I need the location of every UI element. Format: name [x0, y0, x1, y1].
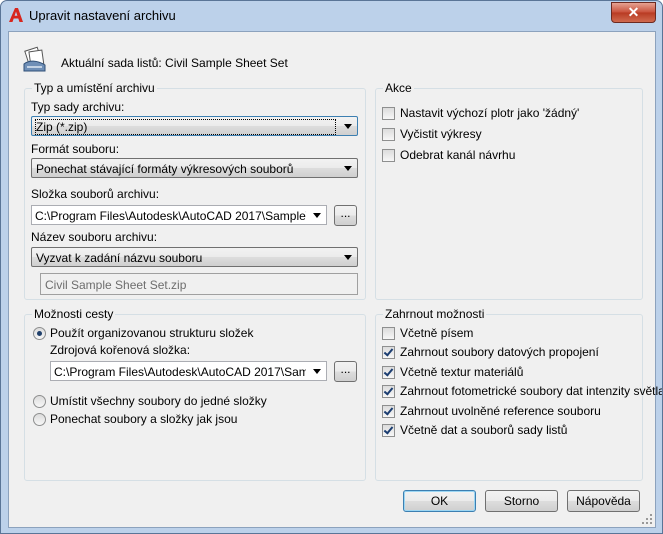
chevron-down-icon — [344, 124, 352, 129]
checkbox-box[interactable] — [382, 149, 395, 162]
include-group-legend: Zahrnout možnosti — [383, 307, 487, 321]
actions-group: Akce Nastavit výchozí plotr jako 'žádný'… — [375, 81, 643, 300]
archive-type-location-group: Typ a umístění archivu Typ sady archivu:… — [24, 81, 366, 300]
archive-filename-field: Civil Sample Sheet Set.zip — [40, 273, 358, 295]
file-format-dropdown[interactable]: Ponechat stávající formáty výkresových s… — [31, 158, 358, 178]
archive-type-label: Typ sady archivu: — [31, 100, 125, 114]
archive-filename-label: Název souboru archivu: — [31, 230, 158, 244]
checkbox-box[interactable] — [382, 327, 395, 340]
resize-grip-icon[interactable] — [641, 513, 653, 525]
source-root-browse-button[interactable]: ... — [334, 361, 357, 382]
actions-group-legend: Akce — [383, 81, 414, 95]
checkbox-box[interactable] — [382, 128, 395, 141]
chevron-down-icon — [344, 166, 352, 171]
source-root-folder-combobox[interactable]: C:\Program Files\Autodesk\AutoCAD 2017\S… — [50, 361, 327, 381]
checkbox-box[interactable] — [382, 385, 395, 398]
archive-folder-browse-button[interactable]: ... — [334, 205, 357, 226]
chevron-down-icon — [313, 213, 321, 218]
path-options-group: Možnosti cesty Použít organizovanou stru… — [24, 307, 366, 481]
path-group-legend: Možnosti cesty — [32, 307, 116, 321]
chevron-down-icon — [313, 369, 321, 374]
close-button[interactable]: ✕ — [611, 2, 656, 23]
current-sheet-set-label: Aktuální sada listů: Civil Sample Sheet … — [61, 56, 288, 70]
archive-group-legend: Typ a umístění archivu — [32, 81, 157, 95]
ok-button[interactable]: OK — [403, 490, 476, 512]
checkbox-box[interactable] — [382, 107, 395, 120]
cancel-button[interactable]: Storno — [485, 490, 558, 512]
sheet-set-archive-icon — [23, 46, 46, 72]
help-button[interactable]: Nápověda — [567, 490, 640, 512]
chevron-down-icon — [344, 255, 352, 260]
checkbox-box[interactable] — [382, 405, 395, 418]
file-format-label: Formát souboru: — [31, 142, 120, 156]
autocad-a-icon — [9, 8, 23, 22]
close-icon: ✕ — [627, 4, 640, 20]
window-title: Upravit nastavení archivu — [29, 8, 176, 23]
checkbox-box[interactable] — [382, 346, 395, 359]
archive-type-dropdown[interactable]: Zip (*.zip) — [31, 116, 358, 136]
archive-folder-label: Složka souborů archivu: — [31, 187, 160, 201]
archive-filename-dropdown[interactable]: Vyzvat k zadání názvu souboru — [31, 247, 358, 267]
title-bar[interactable]: Upravit nastavení archivu ✕ — [1, 1, 662, 31]
checkbox-box[interactable] — [382, 424, 395, 437]
dialog-client: Aktuální sada listů: Civil Sample Sheet … — [8, 31, 662, 528]
radio-dot[interactable] — [33, 395, 46, 408]
include-options-group: Zahrnout možnosti Včetně písem Zahrnout … — [375, 307, 662, 481]
archive-folder-combobox[interactable]: C:\Program Files\Autodesk\AutoCAD 2017\S… — [31, 205, 327, 225]
radio-dot[interactable] — [33, 327, 46, 340]
radio-dot[interactable] — [33, 413, 46, 426]
source-root-folder-label: Zdrojová kořenová složka: — [50, 343, 191, 357]
dialog-window: Upravit nastavení archivu ✕ Aktuální sad… — [0, 0, 663, 534]
checkbox-box[interactable] — [382, 366, 395, 379]
